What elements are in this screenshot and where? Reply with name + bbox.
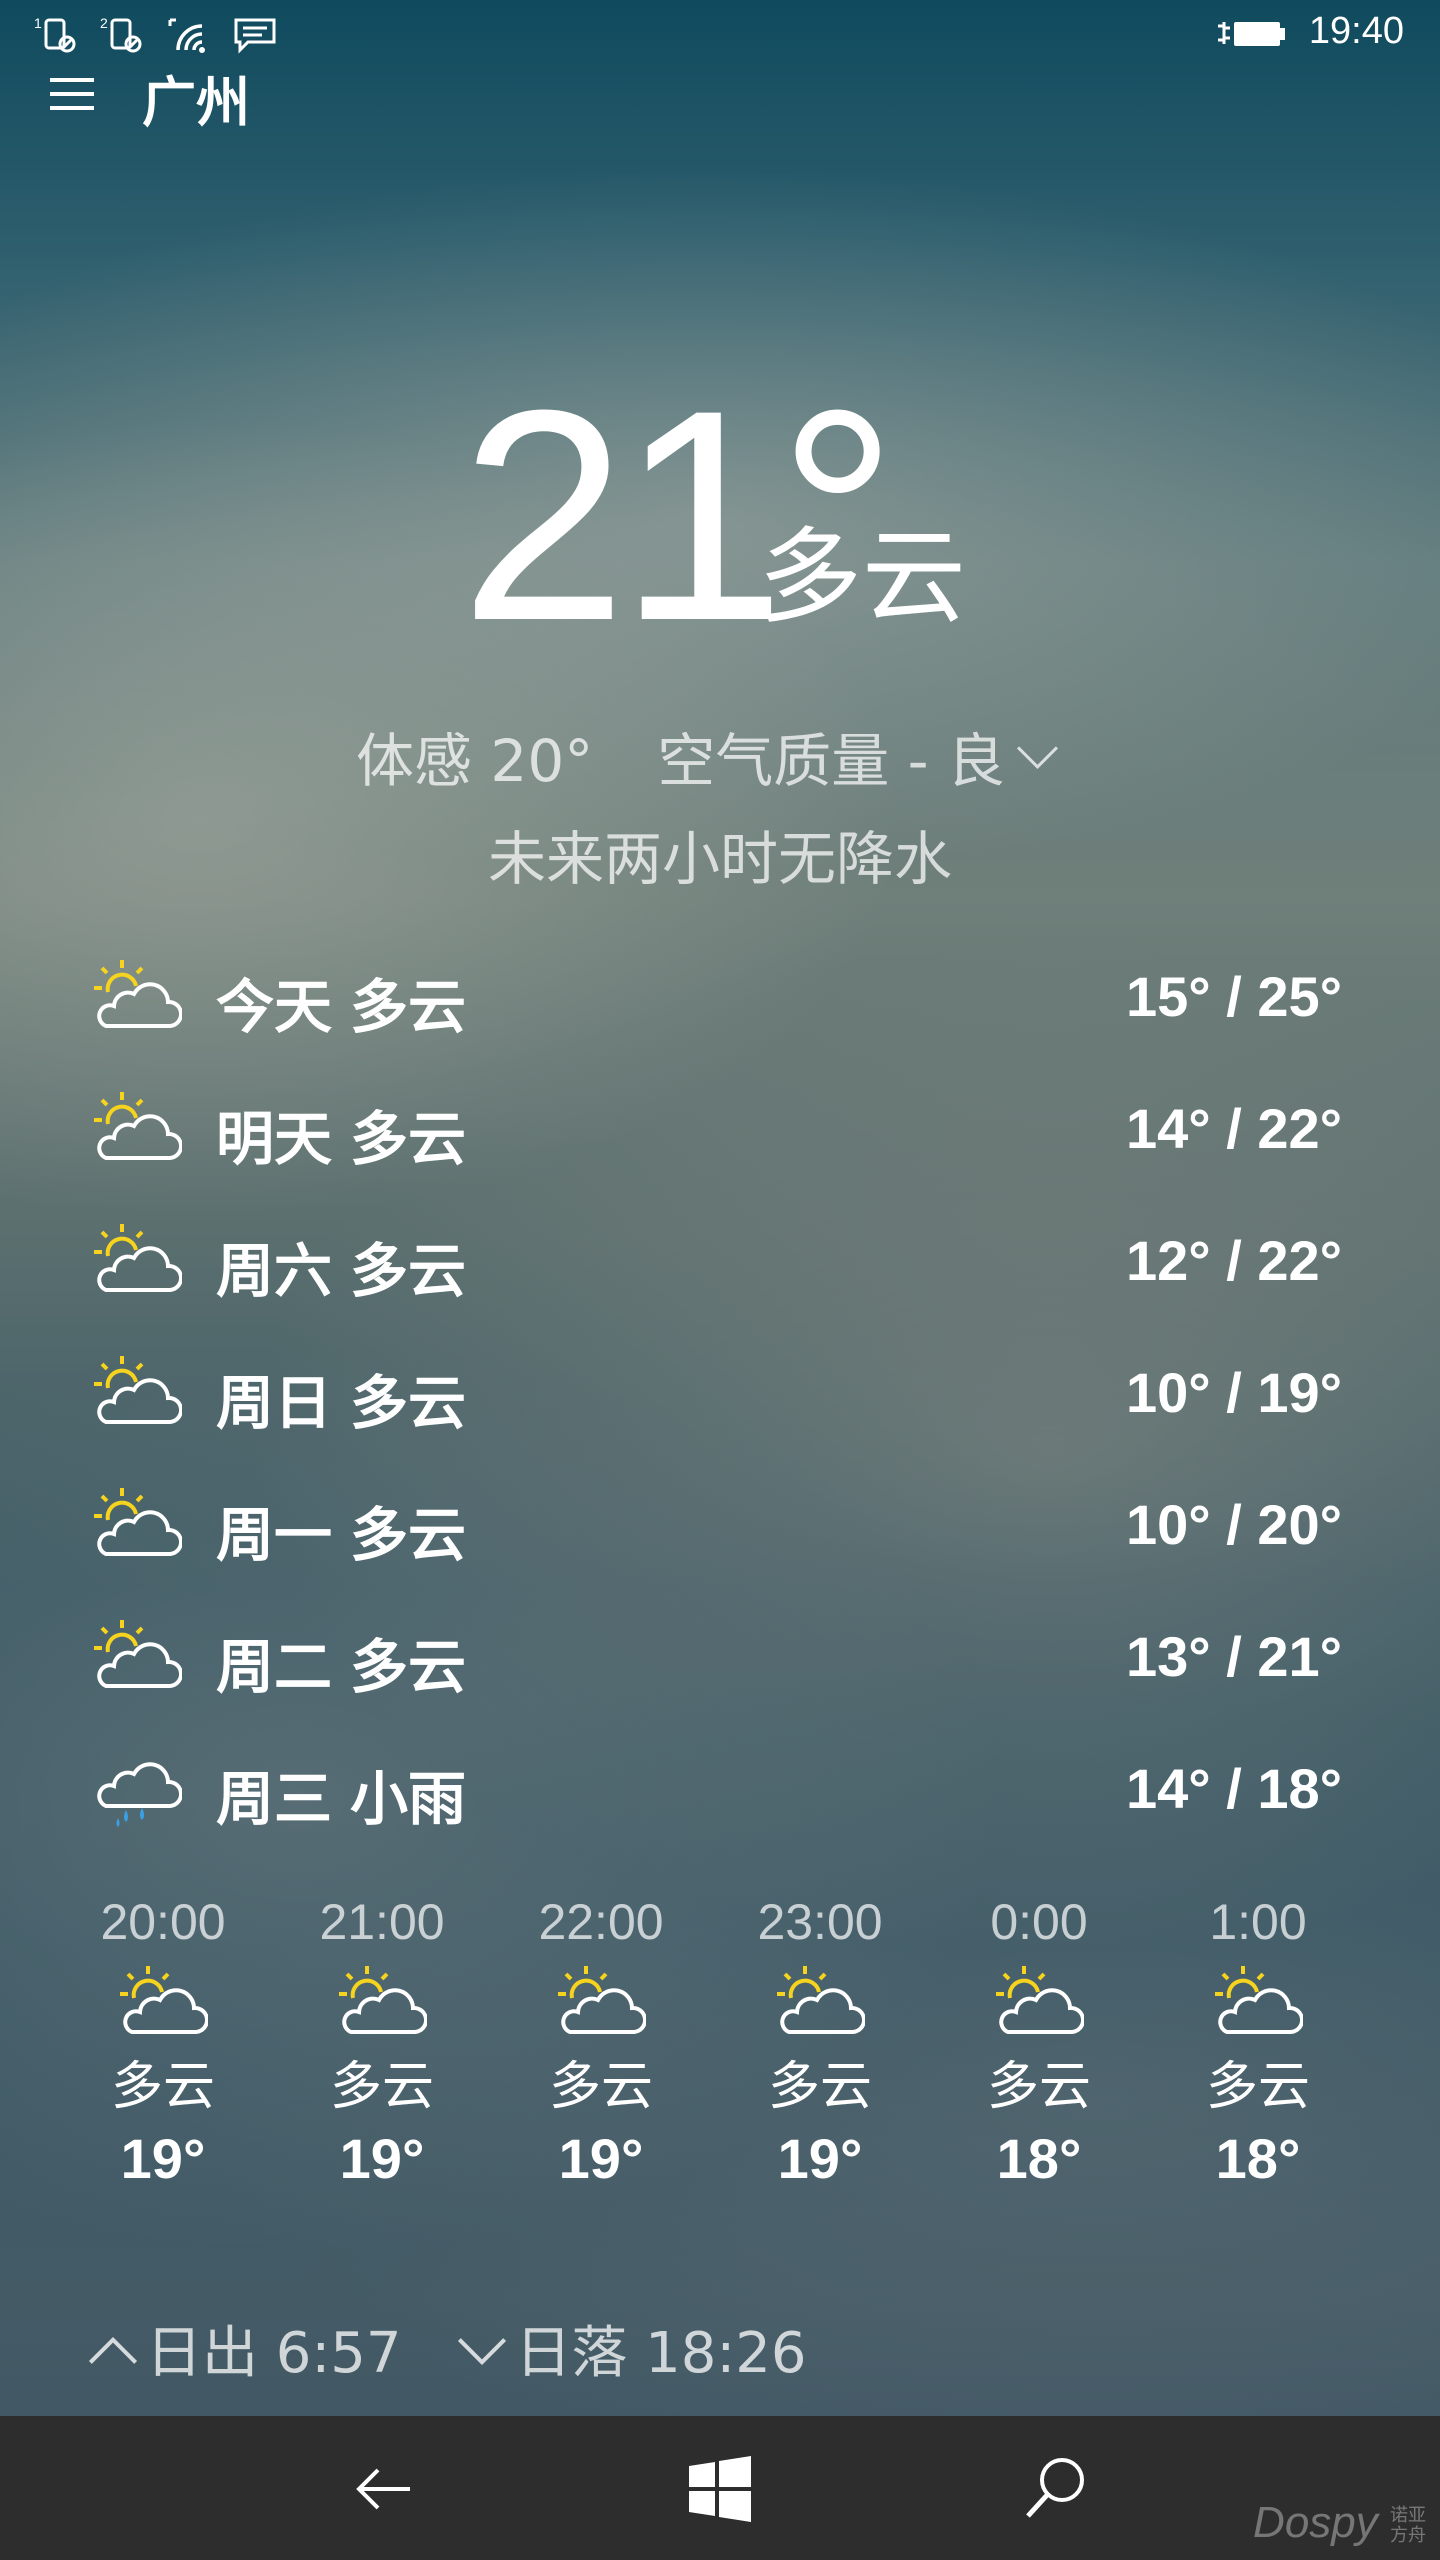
sunset: 日落 18:26 — [458, 2308, 807, 2389]
day-name: 今天 — [216, 973, 333, 1041]
message-icon — [234, 18, 276, 54]
hour-temperature: 19° — [120, 2127, 206, 2190]
wifi-icon — [168, 18, 205, 53]
daily-row[interactable]: 周日 多云 10° / 19° — [0, 1346, 1440, 1456]
air-quality: 空气质量 - 良 — [657, 727, 1006, 795]
hourly-item: 21:00 多云 19° — [282, 1890, 482, 2196]
navigation-bar: Dospy 诺亚 方舟 — [0, 2416, 1440, 2560]
hour-temperature: 19° — [558, 2127, 644, 2190]
partly-cloudy-icon — [339, 1966, 427, 2034]
hour-time: 21:00 — [319, 1894, 445, 1950]
day-temperature-range: 14° / 22° — [1125, 1097, 1342, 1160]
sim1-no-signal-icon: 1 — [34, 15, 76, 53]
hour-temperature: 18° — [1215, 2127, 1301, 2190]
hour-time: 20:00 — [100, 1894, 226, 1950]
partly-cloudy-icon — [996, 1966, 1084, 2034]
hour-time: 23:00 — [757, 1894, 883, 1950]
watermark-sub1: 诺亚 — [1390, 2505, 1426, 2526]
day-temperature-range: 15° / 25° — [1125, 965, 1342, 1028]
hourly-forecast[interactable]: 20:00 多云 19° 21:00 多云 19° 22:00 多云 19° 2… — [0, 1890, 1440, 2220]
battery-charging-icon — [1218, 22, 1285, 46]
day-name: 周三 — [216, 1765, 333, 1833]
sunrise: 日出 6:57 — [88, 2308, 402, 2389]
partly-cloudy-icon — [120, 1966, 208, 2034]
partly-cloudy-icon — [777, 1966, 865, 2034]
hour-time: 1:00 — [1209, 1894, 1307, 1950]
hour-condition: 多云 — [329, 2057, 434, 2117]
status-time: 19:40 — [1308, 10, 1404, 52]
partly-cloudy-icon — [94, 1356, 182, 1424]
partly-cloudy-icon — [558, 1966, 646, 2034]
precipitation-note: 未来两小时无降水 — [487, 825, 952, 893]
hour-condition: 多云 — [110, 2057, 215, 2117]
windows-start-icon[interactable] — [675, 2444, 765, 2534]
daily-row[interactable]: 周三 小雨 14° / 18° — [0, 1742, 1440, 1852]
day-condition: 多云 — [350, 1501, 467, 1569]
hour-condition: 多云 — [1205, 2057, 1310, 2117]
hourly-item: 1:00 多云 18° — [1158, 1890, 1358, 2196]
sunset-label: 日落 18:26 — [515, 2321, 807, 2386]
day-name: 周六 — [216, 1237, 333, 1305]
hourly-item: 20:00 多云 19° — [63, 1890, 263, 2196]
day-temperature-range: 10° / 19° — [1125, 1361, 1342, 1424]
day-temperature-range: 12° / 22° — [1125, 1229, 1342, 1292]
day-condition: 小雨 — [350, 1765, 467, 1833]
day-name: 明天 — [216, 1105, 333, 1173]
hourly-item: 0:00 多云 18° — [939, 1890, 1139, 2196]
sim2-no-signal-icon: 2 — [100, 15, 142, 53]
hour-condition: 多云 — [767, 2057, 872, 2117]
watermark-brand: Dospy — [1253, 2498, 1378, 2547]
hour-condition: 多云 — [548, 2057, 653, 2117]
svg-text:1: 1 — [34, 15, 42, 31]
day-name: 周日 — [216, 1369, 333, 1437]
day-condition: 多云 — [350, 1633, 467, 1701]
daily-row[interactable]: 周一 多云 10° / 20° — [0, 1478, 1440, 1588]
watermark-logo: Dospy 诺亚 方舟 — [1253, 2498, 1426, 2548]
feels-like: 体感 20° — [356, 727, 594, 795]
sunset-arrow-icon — [458, 2316, 507, 2366]
chevron-down-icon[interactable] — [1017, 727, 1059, 770]
partly-cloudy-icon — [94, 1488, 182, 1556]
daily-row[interactable]: 周二 多云 13° / 21° — [0, 1610, 1440, 1720]
hour-temperature: 19° — [777, 2127, 863, 2190]
day-temperature-range: 13° / 21° — [1125, 1625, 1342, 1688]
day-name: 周一 — [216, 1501, 333, 1569]
back-arrow-icon[interactable] — [340, 2444, 430, 2534]
day-condition: 多云 — [350, 973, 467, 1041]
day-condition: 多云 — [350, 1369, 467, 1437]
day-name: 周二 — [216, 1633, 333, 1701]
daily-row[interactable]: 今天 多云 15° / 25° — [0, 950, 1440, 1060]
sunrise-label: 日出 6:57 — [146, 2321, 402, 2386]
partly-cloudy-icon — [1215, 1966, 1303, 2034]
partly-cloudy-icon — [94, 1224, 182, 1292]
hourly-item: 23:00 多云 19° — [720, 1890, 920, 2196]
partly-cloudy-icon — [94, 960, 182, 1028]
hour-time: 22:00 — [538, 1894, 664, 1950]
hour-temperature: 18° — [996, 2127, 1082, 2190]
hamburger-menu-icon[interactable] — [50, 78, 98, 114]
partly-cloudy-icon — [94, 1092, 182, 1160]
svg-text:2: 2 — [100, 15, 108, 31]
hour-condition: 多云 — [986, 2057, 1091, 2117]
light-rain-icon — [97, 1762, 182, 1827]
sun-times: 日出 6:57 日落 18:26 — [88, 2308, 853, 2389]
current-condition: 多云 — [758, 516, 967, 638]
feels-like-row[interactable]: 体感 20° 空气质量 - 良 — [356, 714, 1059, 798]
partly-cloudy-icon — [94, 1620, 182, 1688]
watermark-sub2: 方舟 — [1390, 2525, 1426, 2546]
city-name: 广州 — [142, 71, 250, 134]
sunrise-arrow-icon — [88, 2336, 138, 2386]
hour-temperature: 19° — [339, 2127, 425, 2190]
daily-row[interactable]: 明天 多云 14° / 22° — [0, 1082, 1440, 1192]
hourly-item: 22:00 多云 19° — [501, 1890, 701, 2196]
day-condition: 多云 — [350, 1105, 467, 1173]
daily-row[interactable]: 周六 多云 12° / 22° — [0, 1214, 1440, 1324]
search-icon[interactable] — [1010, 2444, 1100, 2534]
day-condition: 多云 — [350, 1237, 467, 1305]
day-temperature-range: 14° / 18° — [1125, 1757, 1342, 1820]
hour-time: 0:00 — [990, 1894, 1088, 1950]
day-temperature-range: 10° / 20° — [1125, 1493, 1342, 1556]
